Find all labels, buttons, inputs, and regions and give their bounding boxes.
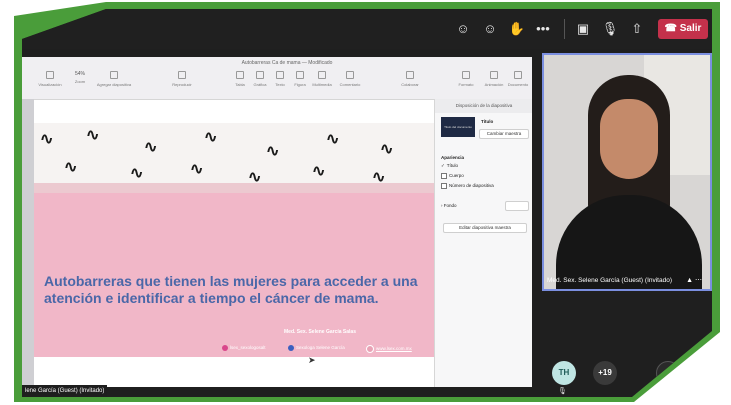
social-facebook: Sexologa Selene García — [288, 345, 345, 351]
shared-screen: Autobarreras Ca de mama — Modificado Vis… — [22, 57, 532, 387]
slide-pattern: ∿ ∿ ∿ ∿ ∿ ∿ ∿ ∿ ∿ ∿ ∿ ∿ ∿ — [34, 123, 434, 189]
format-icon — [462, 71, 470, 79]
media-icon — [318, 71, 326, 79]
social-instagram: lsex_sexologosalt — [222, 345, 266, 351]
camera-off-icon[interactable]: ▣ — [574, 21, 592, 37]
appearance-label: Apariencia — [441, 155, 465, 160]
leave-button[interactable]: ☎ Salir — [658, 19, 708, 39]
slide-title: Autobarreras que tienen las mujeres para… — [44, 273, 418, 306]
view-icon — [46, 71, 54, 79]
speaker-face — [600, 99, 658, 179]
checkbox-icon — [441, 183, 447, 189]
background-label: › Fondo — [441, 203, 457, 208]
leave-button-label: Salir — [679, 23, 702, 34]
keynote-toolbar: Autobarreras Ca de mama — Modificado Vis… — [22, 57, 532, 100]
facebook-icon — [288, 345, 294, 351]
collaborate-icon — [406, 71, 414, 79]
decorative-icon: ∿ — [86, 127, 100, 144]
meeting-window: ☺ ☺ ✋ ••• ▣ 🎙 ⇧ ☎ Salir Autobarreras Ca … — [22, 9, 712, 397]
slide-divider — [34, 183, 434, 193]
tool-document[interactable]: Documento — [498, 71, 532, 87]
mic-off-icon: 🎙 — [558, 388, 567, 395]
layout-name: Título — [481, 119, 494, 124]
add-slide-icon — [110, 71, 118, 79]
decorative-icon: ∿ — [130, 165, 144, 182]
instagram-icon — [222, 345, 228, 351]
animation-icon — [490, 71, 498, 79]
document-title: Autobarreras Ca de mama — Modificado — [241, 60, 333, 66]
decorative-icon: ∿ — [190, 161, 204, 178]
people-icon[interactable]: ☺ — [454, 21, 472, 37]
decorative-icon: ∿ — [204, 129, 218, 146]
checkbox-icon — [441, 173, 447, 179]
decorative-icon: ∿ — [266, 143, 280, 160]
web-icon — [366, 345, 374, 353]
speaker-name: Med. Sex. Selene García (Guest) (Invitad… — [547, 277, 672, 284]
participant-avatar[interactable]: TH — [552, 361, 576, 385]
decorative-icon: ∿ — [312, 163, 326, 180]
panel-header: Disposición de la diapositiva — [435, 99, 532, 113]
format-panel: Disposición de la diapositiva Titulo del… — [434, 99, 532, 387]
tool-play[interactable]: Reproducir — [162, 71, 202, 87]
decorative-icon: ∿ — [64, 159, 78, 176]
tile-more-icon[interactable]: ▲ ⋯ — [686, 276, 702, 284]
decorative-icon: ∿ — [326, 131, 340, 148]
edit-master-button[interactable]: Editar diapositiva maestra — [443, 223, 527, 233]
mic-off-icon[interactable]: 🎙 — [601, 21, 619, 37]
slide-navigator[interactable] — [22, 99, 34, 387]
comment-icon — [346, 71, 354, 79]
social-web: www.lsex.com.mx — [366, 345, 412, 353]
speaker-video-tile[interactable]: Med. Sex. Selene García (Guest) (Invitad… — [542, 53, 712, 291]
decorative-icon: ∿ — [380, 141, 394, 158]
option-slide-number[interactable]: Número de diapositiva — [441, 183, 494, 189]
check-icon: ✓ — [441, 163, 445, 168]
meeting-toolbar: ☺ ☺ ✋ ••• ▣ 🎙 ⇧ ☎ Salir — [22, 9, 712, 49]
document-icon — [514, 71, 522, 79]
shared-screen-owner-label: lene García (Guest) (Invitado) — [22, 385, 108, 397]
layout-thumbnail[interactable]: Titulo del documento — [441, 117, 475, 137]
more-options-icon[interactable]: ••• — [534, 21, 552, 37]
decorative-icon: ∿ — [144, 139, 158, 156]
decorative-icon: ∿ — [40, 131, 54, 148]
option-title[interactable]: ✓ Título — [441, 163, 458, 169]
play-icon — [178, 71, 186, 79]
more-participants-button[interactable]: +19 — [593, 361, 617, 385]
share-icon[interactable]: ⇧ — [628, 21, 646, 37]
tool-add-slide[interactable]: Agregar diapositiva — [94, 71, 134, 87]
tool-collaborate[interactable]: Colaborar — [390, 71, 430, 87]
phone-icon: ☎ — [664, 23, 680, 34]
raise-hand-icon[interactable]: ✋ — [508, 21, 526, 37]
tool-comment[interactable]: Comentario — [330, 71, 370, 87]
mouse-cursor-icon: ➤ — [308, 355, 316, 365]
slide-canvas[interactable]: ∿ ∿ ∿ ∿ ∿ ∿ ∿ ∿ ∿ ∿ ∿ ∿ ∿ Autobarreras q… — [34, 123, 434, 357]
background-color-well[interactable] — [505, 201, 529, 211]
change-master-button[interactable]: Cambiar maestra — [479, 129, 529, 139]
option-body[interactable]: Cuerpo — [441, 173, 464, 179]
slide-author: Med. Sex. Selene García Salas — [284, 329, 356, 335]
toolbar-divider — [564, 19, 565, 39]
reactions-icon[interactable]: ☺ — [481, 21, 499, 37]
